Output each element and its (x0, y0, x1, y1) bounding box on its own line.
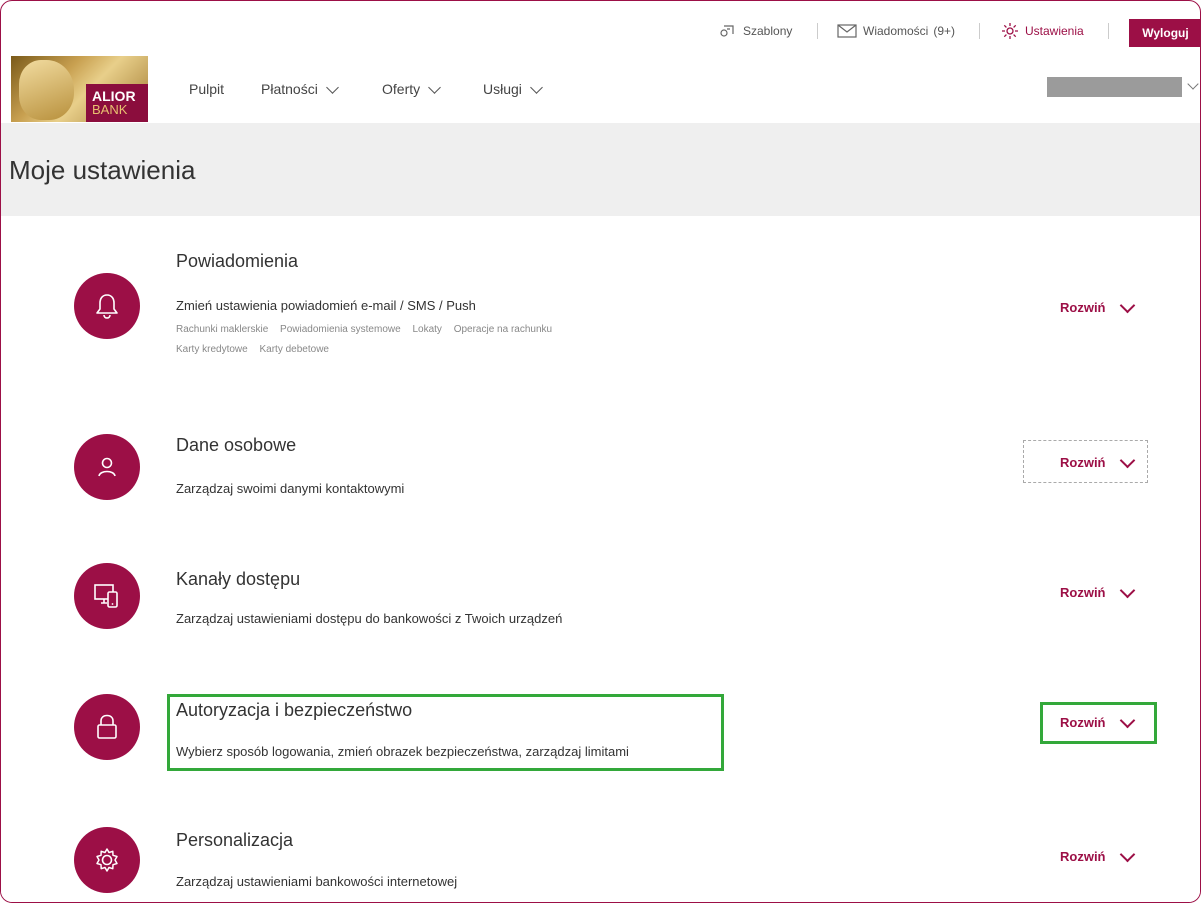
messages-label: Wiadomości (863, 24, 929, 38)
section-title: Kanały dostępu (176, 569, 301, 589)
access-channels-badge (74, 563, 140, 629)
chevron-down-icon (1119, 846, 1135, 862)
tag: Karty debetowe (259, 344, 329, 355)
gear-icon (1002, 23, 1018, 39)
section-description: Zarządzaj ustawieniami bankowości intern… (176, 874, 458, 889)
utility-bar: Szablony Wiadomości (9+) Ustawienia Wylo… (1, 1, 1200, 56)
settings-section-notifications: Powiadomienia Zmień ustawienia powiadomi… (1, 216, 1200, 400)
tag: Karty kredytowe (176, 344, 248, 355)
lock-icon (97, 714, 117, 739)
nav-item-label: Oferty (382, 81, 421, 97)
settings-link[interactable]: Ustawienia (1001, 21, 1084, 41)
settings-section-access-channels: Kanały dostępu Zarządzaj ustawieniami do… (1, 530, 1200, 663)
nav-item-label: Pulpit (189, 81, 225, 97)
page-title: Moje ustawienia (9, 155, 196, 185)
section-description: Zarządzaj swoimi danymi kontaktowymi (176, 481, 405, 496)
nav-item-label: Usługi (483, 81, 522, 97)
section-title: Dane osobowe (176, 435, 297, 455)
chevron-down-icon (1119, 582, 1135, 598)
logo-line-2: BANK (92, 102, 128, 117)
personal-data-badge (74, 434, 140, 500)
focus-outline (1023, 440, 1148, 483)
app-frame: Szablony Wiadomości (9+) Ustawienia Wylo… (0, 0, 1201, 903)
templates-label: Szablony (743, 24, 793, 38)
expand-button[interactable]: Rozwiń (1060, 846, 1135, 864)
logo-wordmark: ALIOR BANK (86, 84, 148, 122)
section-description: Zarządzaj ustawieniami dostępu do bankow… (176, 611, 563, 626)
bell-icon (96, 294, 118, 319)
messages-count-badge: (9+) (933, 24, 956, 38)
gear-icon (96, 848, 118, 872)
highlight-box-expand (1040, 702, 1157, 744)
nav-item-oferty[interactable]: Oferty (382, 80, 441, 97)
envelope-icon (837, 24, 857, 38)
section-title: Personalizacja (176, 830, 294, 850)
chevron-down-icon (530, 80, 543, 94)
expand-button[interactable]: Rozwiń (1060, 297, 1135, 315)
highlight-box-section (167, 694, 724, 771)
person-icon (98, 457, 116, 477)
nav-item-uslugi[interactable]: Usługi (483, 80, 543, 97)
expand-label: Rozwiń (1060, 300, 1106, 315)
divider (979, 23, 980, 39)
expand-button[interactable]: Rozwiń (1060, 582, 1135, 600)
section-tags: Rachunki maklerskie Powiadomienia system… (176, 320, 696, 360)
templates-icon (720, 25, 734, 37)
security-badge (74, 694, 140, 760)
tag: Rachunki maklerskie (176, 324, 269, 335)
settings-label: Ustawienia (1025, 24, 1084, 38)
templates-link[interactable]: Szablony (719, 21, 792, 41)
chevron-down-icon[interactable] (1187, 78, 1199, 90)
settings-section-personalization: Personalizacja Zarządzaj ustawieniami ba… (1, 795, 1200, 902)
section-title: Powiadomienia (176, 251, 299, 271)
tag: Operacje na rachunku (453, 324, 553, 335)
nav-item-pulpit[interactable]: Pulpit (189, 81, 224, 97)
divider (1108, 23, 1109, 39)
chevron-down-icon (428, 80, 441, 94)
nav-item-platnosci[interactable]: Płatności (261, 80, 339, 97)
tag: Lokaty (412, 324, 442, 335)
tag: Powiadomienia systemowe (280, 324, 401, 335)
notifications-badge (74, 273, 140, 339)
title-band: Moje ustawienia (1, 123, 1200, 216)
user-menu-redacted[interactable] (1047, 77, 1182, 97)
logo-face-graphic (19, 60, 74, 120)
section-description: Zmień ustawienia powiadomień e-mail / SM… (176, 298, 476, 313)
chevron-down-icon (1119, 297, 1135, 313)
logout-button[interactable]: Wyloguj (1129, 19, 1200, 47)
expand-label: Rozwiń (1060, 849, 1106, 864)
alior-bank-logo[interactable]: ALIOR BANK (11, 56, 148, 122)
messages-link[interactable]: Wiadomości (9+) (837, 21, 955, 41)
settings-section-personal-data: Dane osobowe Zarządzaj swoimi danymi kon… (1, 399, 1200, 531)
logo-line-1: ALIOR (92, 88, 136, 104)
devices-icon (94, 584, 118, 608)
personalization-badge (74, 827, 140, 893)
main-nav: ALIOR BANK Pulpit Płatności Oferty Usług… (1, 56, 1200, 124)
chevron-down-icon (325, 80, 339, 94)
expand-label: Rozwiń (1060, 585, 1106, 600)
divider (817, 23, 818, 39)
nav-item-label: Płatności (261, 81, 318, 97)
